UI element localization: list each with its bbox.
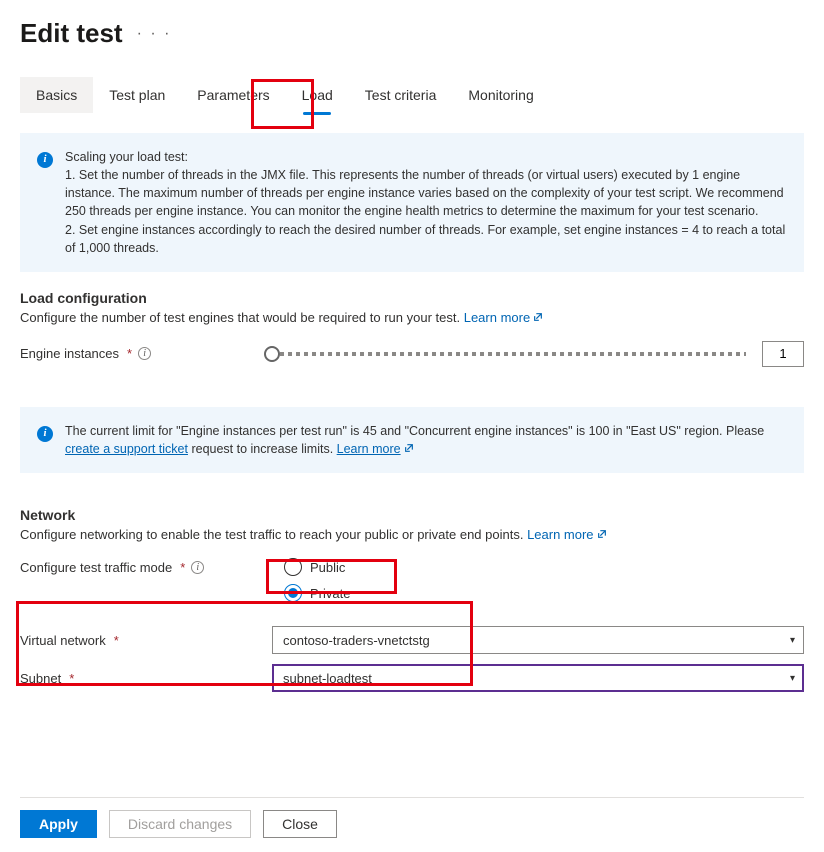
chevron-down-icon: ▾	[790, 673, 795, 684]
subnet-value: subnet-loadtest	[283, 671, 372, 686]
subnet-label: Subnet	[20, 671, 61, 686]
vnet-select[interactable]: contoso-traders-vnetctstg ▾	[272, 626, 804, 654]
page-title: Edit test	[20, 18, 123, 49]
radio-public-label: Public	[310, 560, 345, 575]
engine-instances-label: Engine instances	[20, 346, 119, 361]
help-icon[interactable]: i	[138, 347, 151, 360]
load-config-desc: Configure the number of test engines tha…	[20, 310, 804, 325]
required-asterisk: *	[127, 346, 132, 361]
discard-changes-button[interactable]: Discard changes	[109, 810, 251, 838]
scaling-info-heading: Scaling your load test:	[65, 148, 787, 166]
scaling-info-line2: 2. Set engine instances accordingly to r…	[65, 221, 787, 257]
tab-test-plan[interactable]: Test plan	[93, 77, 181, 113]
engine-instances-input[interactable]	[762, 341, 804, 367]
tab-test-criteria[interactable]: Test criteria	[349, 77, 453, 113]
required-asterisk: *	[69, 671, 74, 686]
limit-learn-more-link[interactable]: Learn more	[337, 442, 414, 456]
scaling-info-box: i Scaling your load test: 1. Set the num…	[20, 133, 804, 272]
limit-info-text: The current limit for "Engine instances …	[65, 422, 787, 458]
load-config-learn-more-link[interactable]: Learn more	[464, 310, 543, 325]
more-icon[interactable]: · · ·	[137, 25, 172, 43]
slider-thumb[interactable]	[264, 346, 280, 362]
traffic-mode-label: Configure test traffic mode	[20, 560, 172, 575]
tab-basics[interactable]: Basics	[20, 77, 93, 113]
info-icon: i	[37, 152, 53, 168]
traffic-mode-radio-private[interactable]: Private	[284, 584, 350, 602]
tab-monitoring[interactable]: Monitoring	[452, 77, 549, 113]
subnet-select[interactable]: subnet-loadtest ▾	[272, 664, 804, 692]
create-support-ticket-link[interactable]: create a support ticket	[65, 442, 188, 456]
network-learn-more-link[interactable]: Learn more	[527, 527, 606, 542]
external-link-icon	[404, 440, 414, 450]
required-asterisk: *	[180, 560, 185, 575]
vnet-label: Virtual network	[20, 633, 106, 648]
close-button[interactable]: Close	[263, 810, 337, 838]
vnet-value: contoso-traders-vnetctstg	[283, 633, 430, 648]
info-icon: i	[37, 426, 53, 442]
traffic-mode-radio-public[interactable]: Public	[284, 558, 350, 576]
tab-parameters[interactable]: Parameters	[181, 77, 285, 113]
network-desc: Configure networking to enable the test …	[20, 527, 804, 542]
load-config-title: Load configuration	[20, 290, 804, 306]
engine-instances-slider[interactable]	[272, 341, 804, 367]
footer-bar: Apply Discard changes Close	[20, 797, 804, 838]
apply-button[interactable]: Apply	[20, 810, 97, 838]
tab-bar: Basics Test plan Parameters Load Test cr…	[20, 77, 804, 113]
scaling-info-line1: 1. Set the number of threads in the JMX …	[65, 166, 787, 220]
limit-info-box: i The current limit for "Engine instance…	[20, 407, 804, 473]
required-asterisk: *	[114, 633, 119, 648]
network-title: Network	[20, 507, 804, 523]
help-icon[interactable]: i	[191, 561, 204, 574]
external-link-icon	[533, 310, 543, 320]
chevron-down-icon: ▾	[790, 635, 795, 646]
radio-private-label: Private	[310, 586, 350, 601]
tab-load[interactable]: Load	[286, 77, 349, 113]
external-link-icon	[597, 527, 607, 537]
